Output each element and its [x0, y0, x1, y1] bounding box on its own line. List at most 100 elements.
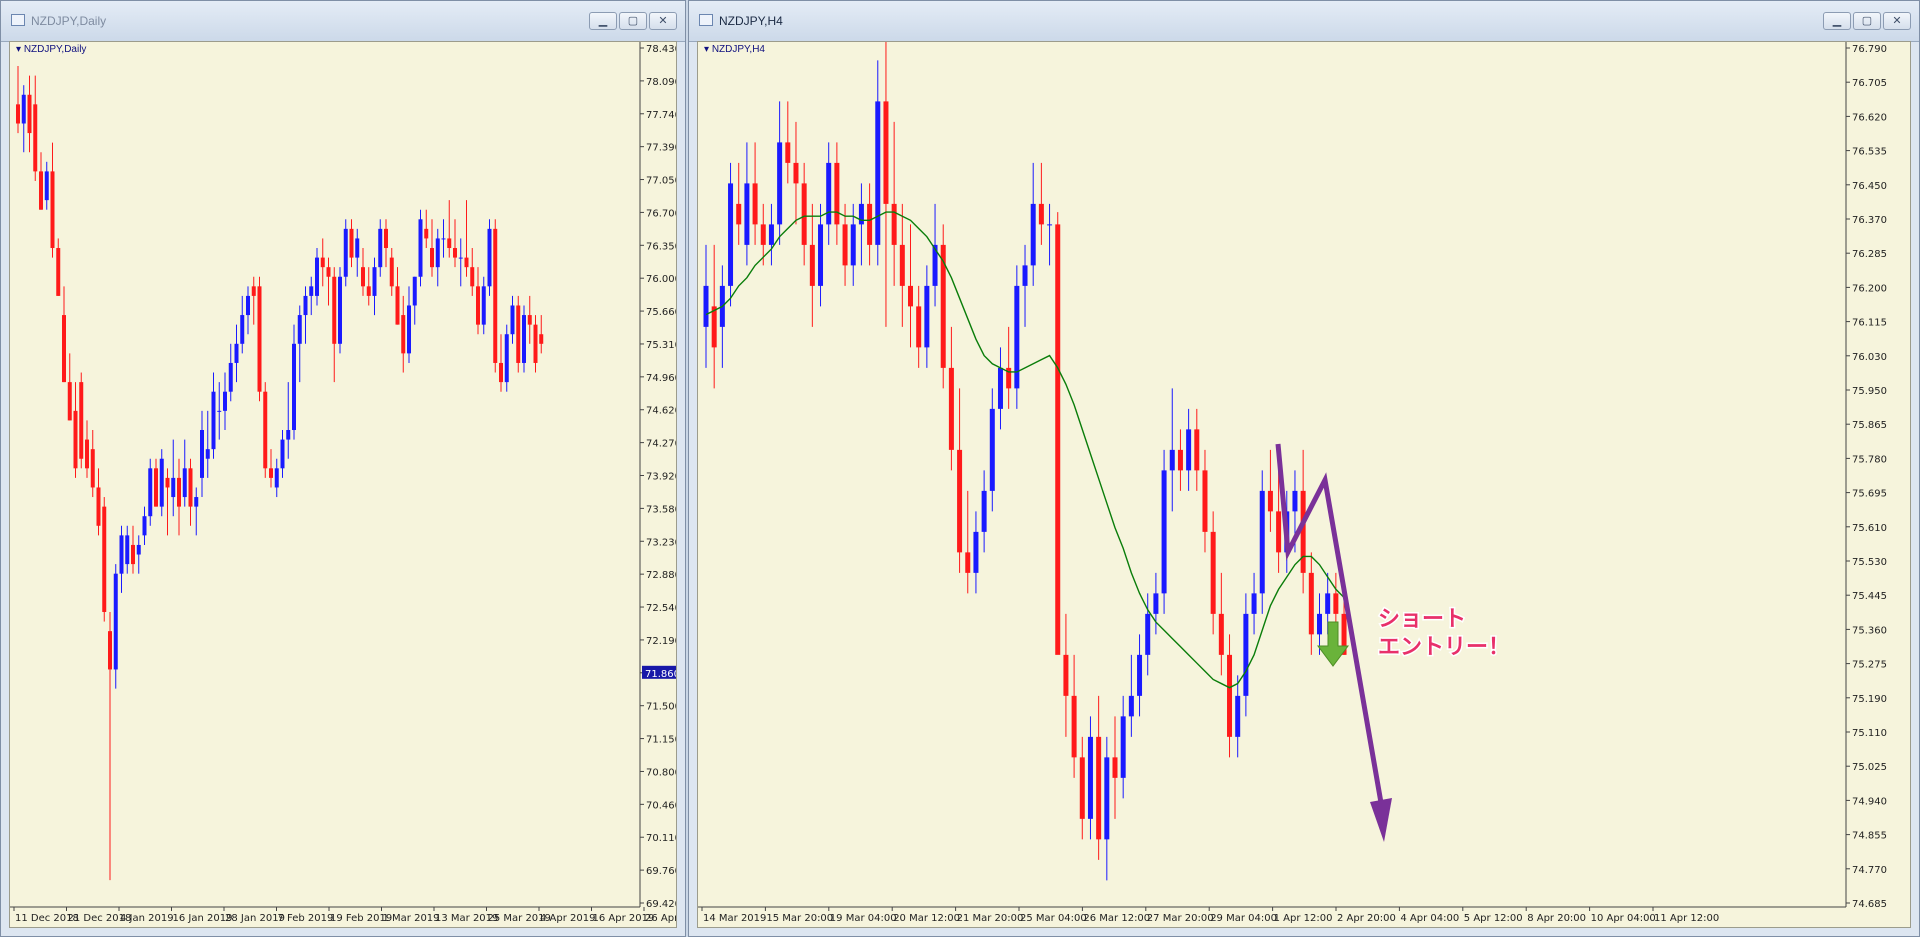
bearish-candle: [809, 244, 815, 286]
bullish-candle: [297, 315, 302, 344]
maximize-button[interactable]: ▢: [619, 12, 647, 30]
bearish-candle: [366, 286, 371, 296]
bullish-candle: [1128, 695, 1134, 717]
candlestick-chart-h4[interactable]: 76.790 76.705 76.620 76.535 76.450 76.370 76.2…: [698, 42, 1911, 928]
bullish-candle: [228, 362, 233, 392]
bullish-candle: [200, 430, 204, 478]
bearish-candle: [834, 162, 840, 225]
price-tick-label: 75.275: [1852, 660, 1887, 671]
chart-area-h4[interactable]: 76.790 76.705 76.620 76.535 76.450 76.370 76.2…: [697, 41, 1911, 928]
bullish-candle: [1145, 613, 1151, 655]
bearish-candle: [1079, 757, 1085, 819]
price-tick-label: 69.760: [646, 866, 677, 877]
bullish-candle: [481, 286, 486, 325]
bearish-candle: [760, 224, 766, 245]
time-tick-label: 20 Mar 12:00: [893, 913, 960, 924]
time-tick-label: 14 Mar 2019: [703, 913, 766, 924]
bullish-candle: [194, 497, 199, 507]
price-tick-label: 70.110: [646, 833, 677, 844]
bearish-candle: [188, 468, 193, 507]
bearish-candle: [957, 449, 963, 553]
bearish-candle: [16, 104, 20, 124]
bullish-candle: [1325, 593, 1331, 614]
price-tick-label: 76.450: [1852, 181, 1887, 192]
close-button[interactable]: ✕: [1883, 12, 1911, 30]
titlebar-daily[interactable]: NZDJPY,Daily ▁ ▢ ✕: [1, 1, 685, 42]
bullish-candle: [223, 391, 227, 411]
bearish-candle: [1218, 613, 1224, 655]
bullish-candle: [1186, 429, 1192, 471]
window-h4[interactable]: NZDJPY,H4 ▁ ▢ ✕ 76.790 76.705 76.620 76.535…: [688, 0, 1920, 937]
bearish-candle: [1210, 531, 1216, 614]
bearish-candle: [801, 183, 807, 245]
price-tick-label: 76.700: [646, 208, 677, 219]
chart-area-daily[interactable]: 78.430 78.090 77.740 77.390 77.050 76.700 76.3…: [9, 41, 677, 928]
price-tick-label: 78.430: [646, 44, 677, 55]
bullish-candle: [875, 101, 881, 245]
maximize-button[interactable]: ▢: [1853, 12, 1881, 30]
bearish-candle: [39, 171, 43, 210]
bearish-candle: [108, 631, 112, 670]
price-tick-label: 76.200: [1852, 283, 1887, 294]
bearish-candle: [154, 468, 158, 507]
time-tick-label: 4 Apr 2019: [540, 913, 595, 924]
bullish-candle: [510, 305, 515, 335]
time-tick-label: 21 Mar 20:00: [957, 913, 1024, 924]
bullish-candle: [338, 276, 342, 344]
bearish-candle: [752, 183, 758, 225]
bullish-candle: [119, 535, 124, 574]
bullish-candle: [171, 477, 176, 498]
time-tick-label: 28 Jan 2019: [225, 913, 285, 924]
candlestick-chart-daily[interactable]: 78.430 78.090 77.740 77.390 77.050 76.700 76.3…: [10, 42, 677, 928]
short-entry-label-line2: エントリー！: [1378, 635, 1510, 660]
titlebar-h4[interactable]: NZDJPY,H4 ▁ ▢ ✕: [689, 1, 1919, 42]
bullish-candle: [1161, 470, 1167, 594]
bearish-candle: [516, 305, 521, 363]
bearish-candle: [1333, 593, 1339, 614]
bearish-candle: [85, 439, 89, 469]
bullish-candle: [504, 334, 509, 383]
bullish-candle: [274, 468, 279, 488]
price-tick-label: 78.090: [646, 77, 677, 88]
time-tick-label: 4 Apr 04:00: [1400, 913, 1459, 924]
bearish-candle: [1267, 490, 1273, 512]
bearish-candle: [1194, 429, 1200, 471]
bearish-candle: [263, 391, 268, 469]
window-daily[interactable]: NZDJPY,Daily ▁ ▢ ✕ 78.430 78.090 77.740 77.…: [0, 0, 686, 937]
bullish-candle: [234, 343, 239, 363]
price-tick-label: 74.960: [646, 373, 677, 384]
minimize-button[interactable]: ▁: [1823, 12, 1851, 30]
bearish-candle: [349, 228, 354, 258]
bullish-candle: [768, 224, 774, 245]
bullish-candle: [309, 286, 314, 296]
bullish-candle: [981, 490, 987, 532]
bullish-candle: [211, 391, 216, 450]
minimize-button[interactable]: ▁: [589, 12, 617, 30]
bullish-candle: [858, 203, 864, 225]
forecast-arrowhead: [1370, 798, 1392, 842]
bearish-candle: [842, 224, 848, 266]
price-tick-label: 75.190: [1852, 694, 1887, 705]
price-tick-label: 75.660: [646, 307, 677, 318]
bullish-candle: [1317, 613, 1322, 635]
bearish-candle: [1276, 511, 1282, 553]
bullish-candle: [315, 257, 319, 296]
bearish-candle: [269, 468, 273, 478]
chart-label-text: NZDJPY,Daily: [23, 44, 87, 55]
bearish-candle: [401, 315, 406, 354]
bearish-candle: [395, 286, 400, 325]
price-tick-label: 75.310: [646, 340, 677, 351]
bearish-candle: [90, 449, 95, 488]
bullish-candle: [286, 430, 291, 440]
bearish-candle: [908, 285, 913, 307]
bearish-candle: [102, 506, 107, 612]
price-tick-label: 74.685: [1852, 899, 1887, 910]
bearish-candle: [470, 267, 475, 287]
close-button[interactable]: ✕: [649, 12, 677, 30]
price-tick-label: 77.390: [646, 143, 677, 154]
bullish-candle: [1014, 285, 1020, 389]
bullish-candle: [989, 408, 995, 491]
bearish-candle: [476, 286, 480, 325]
price-tick-label: 76.285: [1852, 249, 1887, 260]
bearish-candle: [165, 477, 170, 488]
